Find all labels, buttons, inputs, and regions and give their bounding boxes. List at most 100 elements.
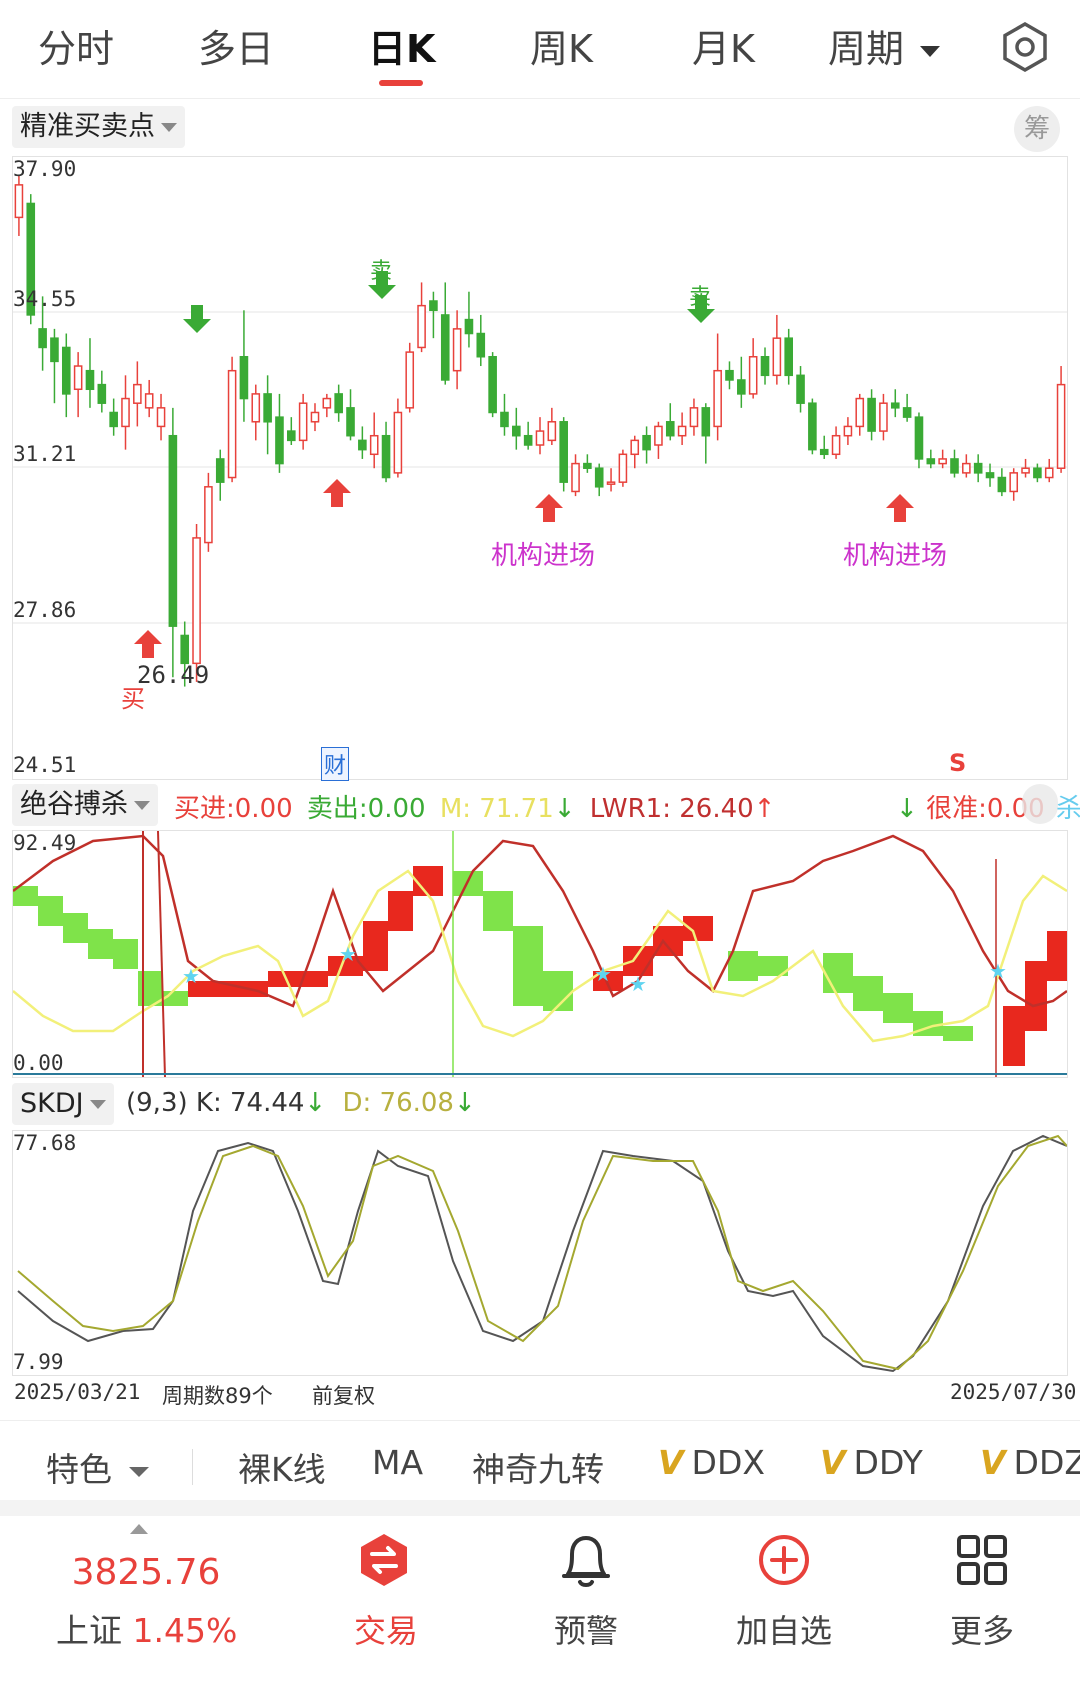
feature-label: 特色 xyxy=(46,1450,112,1489)
skdj-k-line xyxy=(17,1134,1067,1373)
tab-monthly-k[interactable]: 月K xyxy=(692,18,755,73)
sell-signal-label-1: 卖 xyxy=(370,259,393,284)
candle xyxy=(275,393,284,473)
skdj-k-value: K: 74.44 xyxy=(195,1088,305,1118)
bottom-hunting-chart-area[interactable]: ★ ★ ★ ★ ★ 92.49 0.00 xyxy=(12,830,1068,1078)
ddz-button[interactable]: V DDZ xyxy=(980,1443,1080,1482)
candle xyxy=(358,426,367,459)
buy-arrow-2 xyxy=(323,479,351,507)
index-summary[interactable]: 上证 1.45% xyxy=(56,1604,237,1652)
candle xyxy=(73,352,83,418)
ddy-button[interactable]: V DDY xyxy=(820,1443,923,1482)
candle xyxy=(902,393,912,422)
candle xyxy=(701,403,711,464)
more-nav-item[interactable]: 更多 xyxy=(902,1516,1062,1686)
tab-daily-k[interactable]: 日K xyxy=(368,18,435,73)
skdj-selector[interactable]: SKDJ xyxy=(12,1083,114,1125)
candle xyxy=(819,435,829,459)
magic-nine-button[interactable]: 神奇九转 xyxy=(472,1443,604,1491)
ma-button[interactable]: MA xyxy=(372,1443,423,1482)
mid-indicator-selector[interactable]: 绝谷搏杀 xyxy=(12,784,158,826)
candle xyxy=(890,389,900,418)
buy-in-value: 买进:0.00 xyxy=(174,794,293,824)
kill-label: 杀 xyxy=(1056,794,1080,824)
buy-arrow-4 xyxy=(886,494,914,522)
kline-chart-area[interactable]: 37.90 34.55 31.21 27.86 24.51 26.49 买 卖 … xyxy=(12,156,1068,781)
skdj-y-bottom: 7.99 xyxy=(13,1350,64,1374)
candle xyxy=(500,393,509,436)
candle xyxy=(748,338,758,399)
svg-text:★: ★ xyxy=(989,959,1007,983)
candle xyxy=(417,282,426,353)
lwr-value: LWR1: 26.40 xyxy=(589,794,754,824)
ddy-label: DDY xyxy=(853,1443,923,1482)
candle xyxy=(606,468,616,492)
candle xyxy=(287,417,296,446)
buy-arrow-3 xyxy=(535,494,563,522)
add-circle-icon xyxy=(759,1535,809,1585)
tab-intraday[interactable]: 分时 xyxy=(38,18,114,73)
skdj-chart-area[interactable]: 77.68 7.99 xyxy=(12,1130,1068,1376)
tab-weekly-k[interactable]: 周K xyxy=(530,18,593,73)
alert-nav-item[interactable]: 预警 xyxy=(506,1516,666,1686)
naked-kline-button[interactable]: 裸K线 xyxy=(238,1443,326,1491)
candle xyxy=(867,389,876,441)
tab-multiday[interactable]: 多日 xyxy=(198,18,274,73)
vip-v-icon: V xyxy=(658,1443,684,1482)
candle xyxy=(251,384,261,441)
active-tab-indicator xyxy=(379,80,423,86)
ddx-button[interactable]: V DDX xyxy=(658,1443,765,1482)
candle xyxy=(144,379,154,418)
candle xyxy=(61,333,71,418)
candle xyxy=(642,426,651,464)
expand-up-icon[interactable] xyxy=(130,1524,148,1534)
candle xyxy=(488,352,497,418)
low-price-label: 26.49 xyxy=(137,661,210,689)
candle xyxy=(1044,458,1054,483)
candle xyxy=(50,328,59,404)
y-tick-1: 37.90 xyxy=(13,157,77,181)
candle xyxy=(831,426,841,459)
candle xyxy=(950,449,959,478)
add-watchlist-label: 加自选 xyxy=(735,1612,832,1650)
add-watchlist-nav-item[interactable]: 加自选 xyxy=(704,1516,864,1686)
candle xyxy=(440,282,450,385)
chip-distribution-button[interactable]: 筹 xyxy=(1014,106,1060,152)
tab-period-label: 周期 xyxy=(828,27,905,71)
main-indicator-selector[interactable]: 精准买卖点 xyxy=(12,106,185,148)
institution-entry-label-1: 机构进场 xyxy=(491,541,596,571)
adjust-mode[interactable]: 前复权 xyxy=(312,1380,375,1410)
candle xyxy=(310,403,320,432)
candle xyxy=(594,463,604,497)
feature-dropdown[interactable]: 特色 xyxy=(46,1443,149,1491)
candle xyxy=(583,454,592,473)
mid-y-bottom: 0.00 xyxy=(13,1051,64,1075)
tab-period-dropdown[interactable]: 周期 xyxy=(828,18,941,73)
candle xyxy=(725,361,734,390)
candle xyxy=(215,449,225,501)
close-icon[interactable] xyxy=(1022,784,1058,824)
chevron-down-icon xyxy=(128,1466,149,1477)
candle xyxy=(796,366,805,413)
candle xyxy=(168,407,178,678)
sell-out-value: 卖出:0.00 xyxy=(306,794,426,824)
skdj-d-line xyxy=(17,1134,1067,1371)
y-tick-5: 24.51 xyxy=(13,753,77,777)
candle xyxy=(618,449,628,487)
trade-nav-item[interactable]: 交易 xyxy=(306,1516,466,1686)
period-count: 周期数89个 xyxy=(162,1384,273,1408)
candle xyxy=(393,398,403,478)
candle xyxy=(677,412,687,446)
candle xyxy=(760,347,770,385)
start-date: 2025/03/21 xyxy=(14,1380,141,1404)
settings-gear-icon[interactable] xyxy=(998,20,1052,74)
candle xyxy=(571,454,580,497)
skdj-values: (9,3) K: 74.44↓ D: 76.08↓ xyxy=(126,1088,476,1118)
lwr-arrow: ↑ xyxy=(753,794,776,824)
mid-indicator-label: 绝谷搏杀 xyxy=(20,789,128,820)
index-value[interactable]: 3825.76 xyxy=(56,1552,236,1593)
m-value: M: 71.71 xyxy=(439,794,554,824)
financial-report-badge[interactable]: 财 xyxy=(321,747,350,781)
candle xyxy=(298,393,308,450)
y-tick-4: 27.86 xyxy=(13,598,77,622)
